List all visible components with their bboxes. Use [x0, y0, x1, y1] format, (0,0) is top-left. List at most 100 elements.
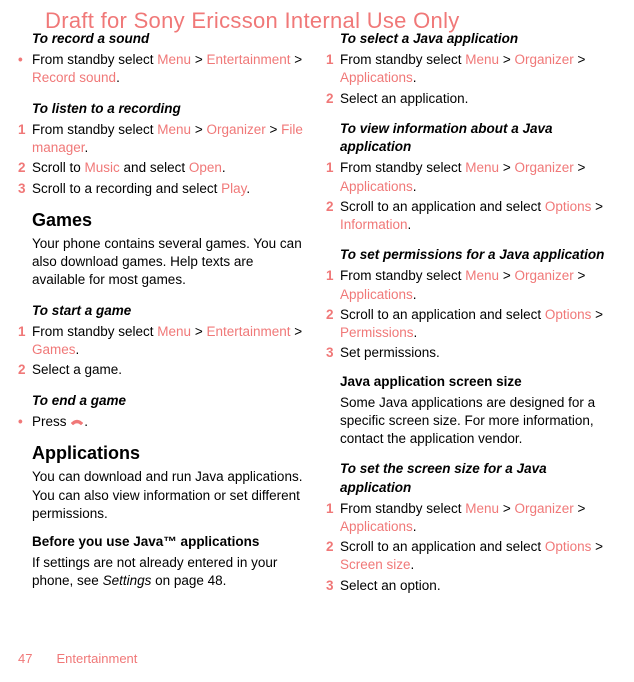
step-text: From standby select Menu > Organizer > A… [340, 51, 616, 87]
text: > [574, 501, 586, 516]
games-heading: Games [18, 208, 308, 232]
text: . [413, 179, 417, 194]
listen-step3: 3 Scroll to a recording and select Play. [18, 180, 308, 198]
text: > [291, 324, 303, 339]
step-number: 1 [326, 159, 340, 195]
step-text: From standby select Menu > Organizer > F… [32, 121, 308, 157]
step-text: Scroll to a recording and select Play. [32, 180, 308, 198]
step-number: 1 [18, 323, 32, 359]
text: > [574, 52, 586, 67]
step-text: From standby select Menu > Entertainment… [32, 51, 308, 87]
organizer-link: Organizer [206, 122, 265, 137]
text: From standby select [340, 501, 465, 516]
text: . [408, 217, 412, 232]
start-step2: 2 Select a game. [18, 361, 308, 379]
text: > [591, 539, 603, 554]
play-link: Play [221, 181, 246, 196]
text: > [191, 122, 206, 137]
text: . [116, 70, 120, 85]
applications-body: You can download and run Java applicatio… [18, 468, 308, 523]
step-text: Scroll to an application and select Opti… [340, 198, 616, 234]
text: . [76, 342, 80, 357]
end-step: • Press . [18, 413, 308, 431]
text: > [191, 324, 206, 339]
text: > [191, 52, 206, 67]
menu-link: Menu [465, 160, 499, 175]
menu-link: Menu [465, 52, 499, 67]
step-text: Press . [32, 413, 308, 431]
text: . [413, 287, 417, 302]
text: . [413, 519, 417, 534]
menu-link: Menu [157, 324, 191, 339]
step-number: 3 [18, 180, 32, 198]
options-link: Options [545, 539, 592, 554]
text: > [591, 199, 603, 214]
step-text: From standby select Menu > Entertainment… [32, 323, 308, 359]
step-text: Scroll to an application and select Opti… [340, 538, 616, 574]
left-column: To record a sound • From standby select … [18, 30, 308, 597]
open-link: Open [189, 160, 222, 175]
text: . [84, 414, 88, 429]
bullet-icon: • [18, 413, 32, 431]
step-number: 2 [326, 538, 340, 574]
page-number: 47 [18, 651, 32, 666]
menu-link: Menu [157, 52, 191, 67]
step-text: From standby select Menu > Organizer > A… [340, 267, 616, 303]
text: > [574, 268, 586, 283]
text: . [222, 160, 226, 175]
music-link: Music [85, 160, 120, 175]
page-footer: 47Entertainment [18, 650, 137, 668]
view-info-title: To view information about a Java applica… [326, 120, 616, 156]
information-link: Information [340, 217, 408, 232]
size-step2: 2 Scroll to an application and select Op… [326, 538, 616, 574]
start-step1: 1 From standby select Menu > Entertainme… [18, 323, 308, 359]
applications-heading: Applications [18, 441, 308, 465]
text: > [266, 122, 281, 137]
games-link: Games [32, 342, 76, 357]
text: > [591, 307, 603, 322]
end-call-icon [70, 417, 84, 427]
applications-link: Applications [340, 519, 413, 534]
text: Press [32, 414, 70, 429]
before-java-body: If settings are not already entered in y… [18, 554, 308, 590]
step-number: 1 [326, 500, 340, 536]
permissions-title: To set permissions for a Java applicatio… [326, 246, 616, 264]
screen-size-link: Screen size [340, 557, 411, 572]
text: . [85, 140, 89, 155]
step-text: Scroll to Music and select Open. [32, 159, 308, 177]
games-body: Your phone contains several games. You c… [18, 235, 308, 290]
options-link: Options [545, 199, 592, 214]
text: Scroll to an application and select [340, 199, 545, 214]
text: > [499, 501, 514, 516]
step-number: 1 [18, 121, 32, 157]
page-content: To record a sound • From standby select … [0, 0, 634, 597]
listen-step1: 1 From standby select Menu > Organizer >… [18, 121, 308, 157]
step-text: Select a game. [32, 361, 308, 379]
listen-title: To listen to a recording [18, 100, 308, 118]
size-step3: 3 Select an option. [326, 577, 616, 595]
step-number: 2 [326, 90, 340, 108]
text: Scroll to [32, 160, 85, 175]
organizer-link: Organizer [514, 160, 573, 175]
perm-step1: 1 From standby select Menu > Organizer >… [326, 267, 616, 303]
applications-link: Applications [340, 70, 413, 85]
record-step: • From standby select Menu > Entertainme… [18, 51, 308, 87]
step-number: 2 [326, 198, 340, 234]
menu-link: Menu [465, 268, 499, 283]
text: . [414, 325, 418, 340]
entertainment-link: Entertainment [206, 52, 290, 67]
text: > [499, 160, 514, 175]
watermark-text: Draft for Sony Ericsson Internal Use Onl… [45, 6, 460, 36]
text: . [411, 557, 415, 572]
perm-step3: 3 Set permissions. [326, 344, 616, 362]
listen-step2: 2 Scroll to Music and select Open. [18, 159, 308, 177]
step-number: 2 [18, 159, 32, 177]
text: Scroll to an application and select [340, 307, 545, 322]
text: From standby select [340, 268, 465, 283]
entertainment-link: Entertainment [206, 324, 290, 339]
text: From standby select [340, 52, 465, 67]
text: on page 48. [151, 573, 226, 588]
text: Scroll to a recording and select [32, 181, 221, 196]
select-step1: 1 From standby select Menu > Organizer >… [326, 51, 616, 87]
step-number: 1 [326, 51, 340, 87]
